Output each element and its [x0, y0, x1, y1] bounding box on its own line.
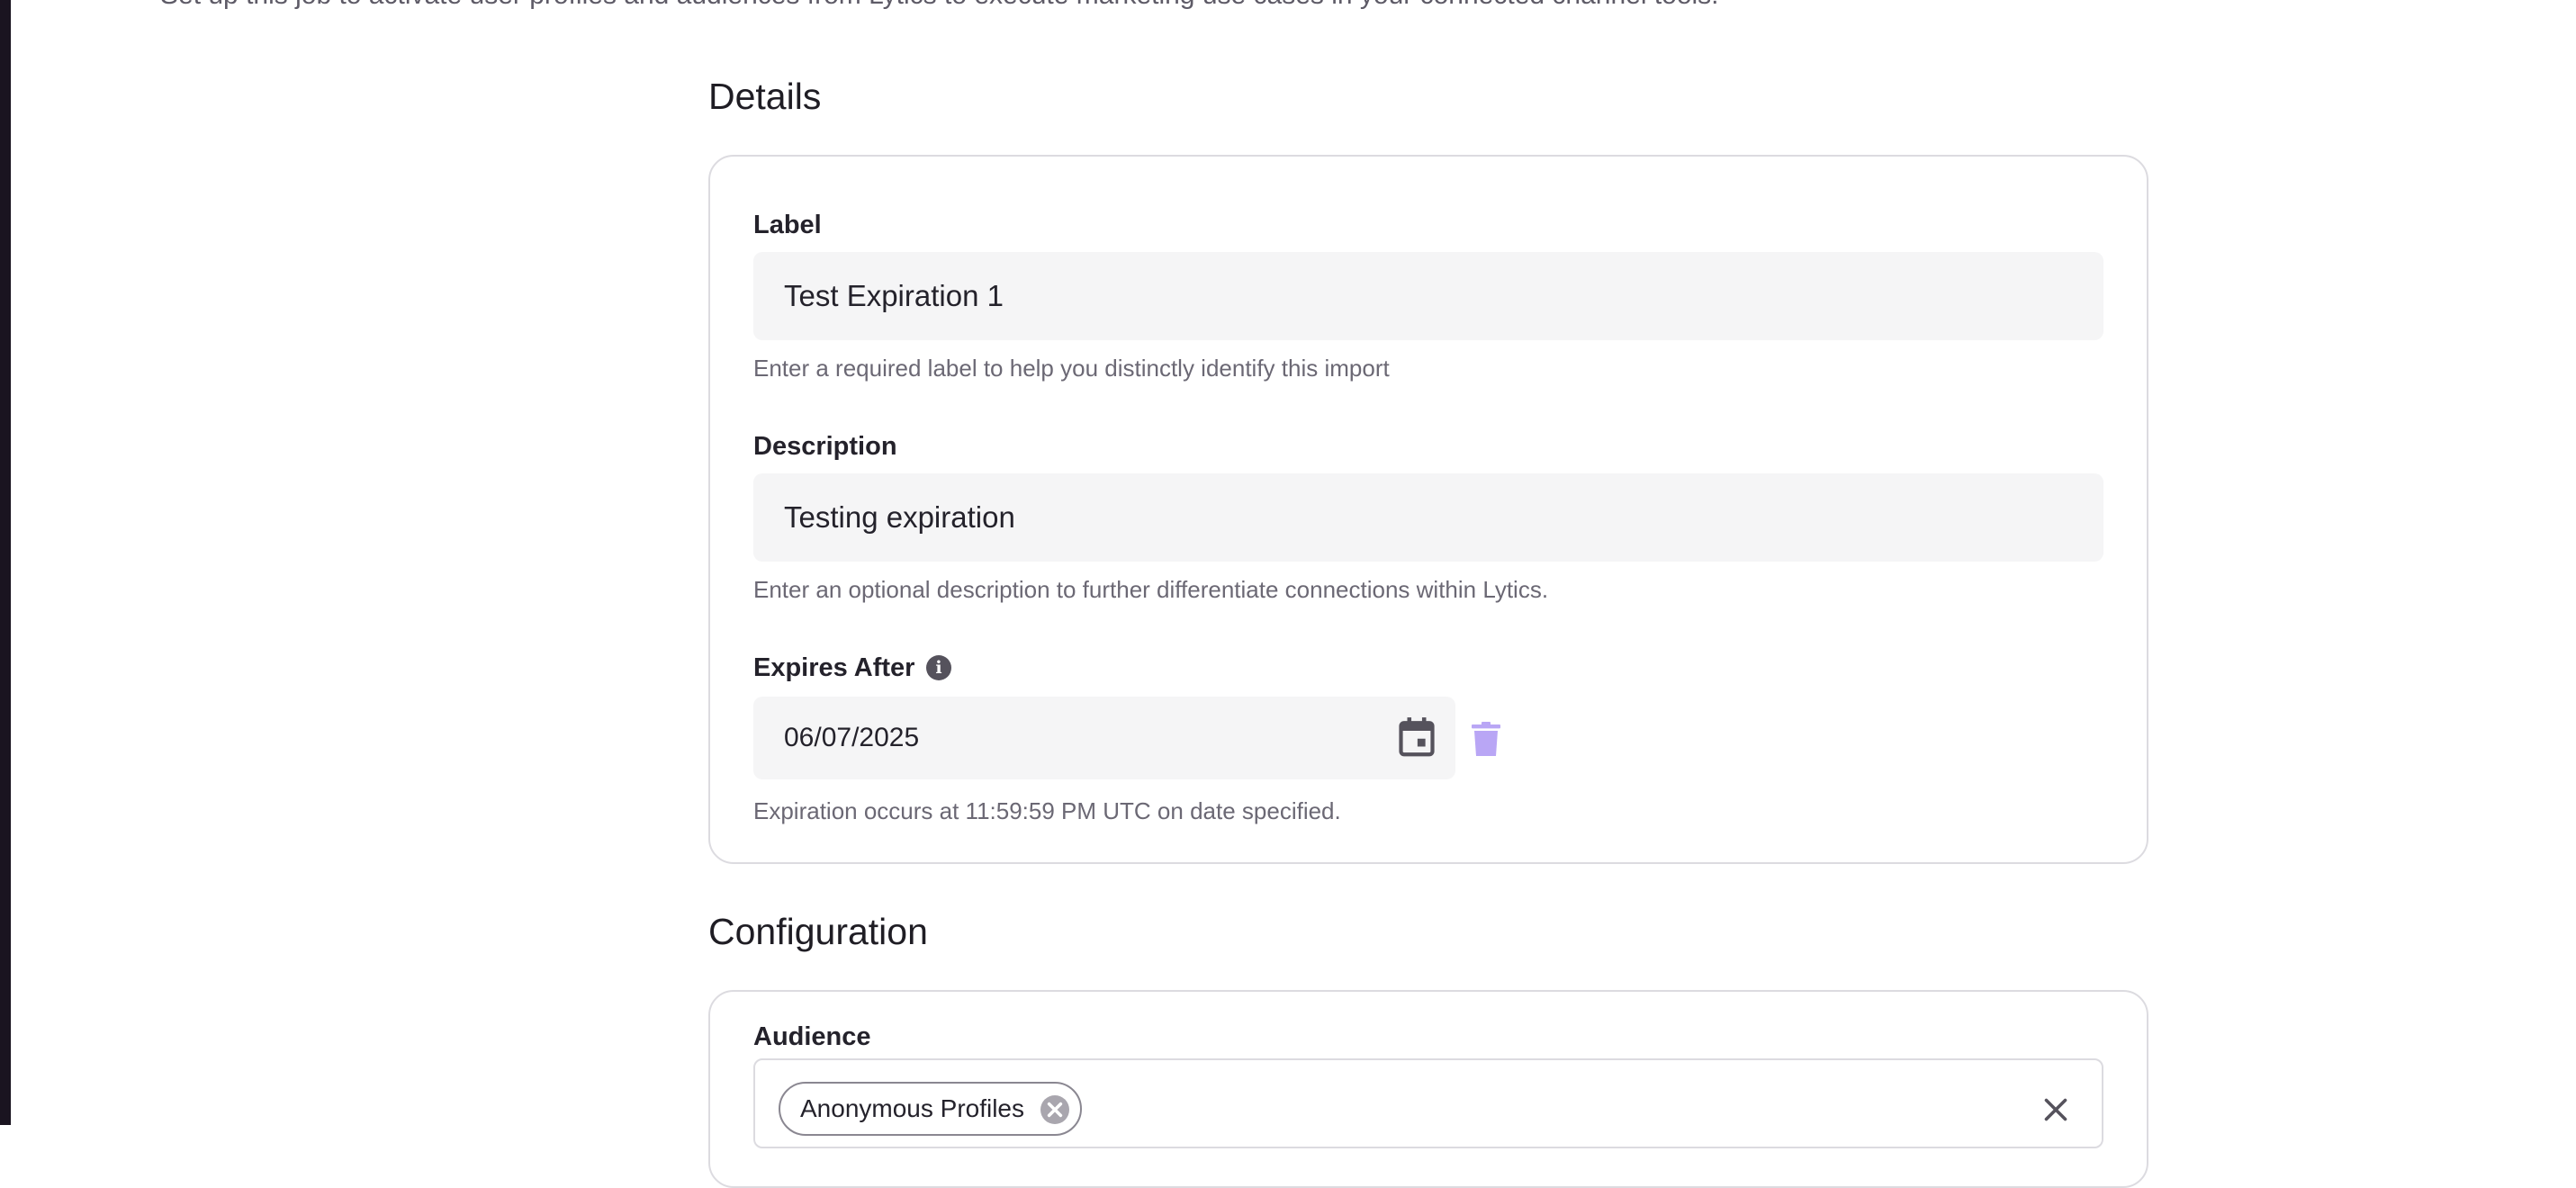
audience-chip: Anonymous Profiles	[779, 1082, 1083, 1136]
expires-after-date-input[interactable]: 06/07/2025	[753, 697, 1455, 779]
intro-text: Set up this job to activate user profile…	[160, 0, 1719, 11]
details-section-title: Details	[708, 76, 822, 117]
description-input[interactable]: Testing expiration	[753, 473, 2103, 562]
label-help-text: Enter a required label to help you disti…	[753, 355, 1390, 382]
audience-chip-label: Anonymous Profiles	[800, 1094, 1025, 1122]
x-circle-icon[interactable]	[1040, 1095, 1070, 1124]
description-help-text: Enter an optional description to further…	[753, 576, 1549, 603]
description-field-label: Description	[753, 432, 897, 461]
trash-icon[interactable]	[1472, 722, 1500, 756]
expires-after-field-label: Expires After	[753, 653, 915, 682]
expiration-help-text: Expiration occurs at 11:59:59 PM UTC on …	[753, 797, 1341, 824]
expires-after-date-value: 06/07/2025	[784, 723, 920, 752]
info-icon[interactable]: i	[926, 655, 951, 680]
calendar-icon[interactable]	[1398, 716, 1436, 758]
configuration-card: Audience Anonymous Profiles	[708, 990, 2148, 1188]
label-field-label: Label	[753, 211, 822, 239]
close-icon[interactable]	[2042, 1096, 2069, 1123]
audience-field-label: Audience	[753, 1022, 871, 1051]
left-sidebar-edge	[0, 0, 11, 1125]
label-input[interactable]: Test Expiration 1	[753, 252, 2103, 340]
audience-select[interactable]: Anonymous Profiles	[753, 1058, 2103, 1148]
details-card: Label Test Expiration 1 Enter a required…	[708, 155, 2148, 864]
configuration-section-title: Configuration	[708, 911, 928, 952]
